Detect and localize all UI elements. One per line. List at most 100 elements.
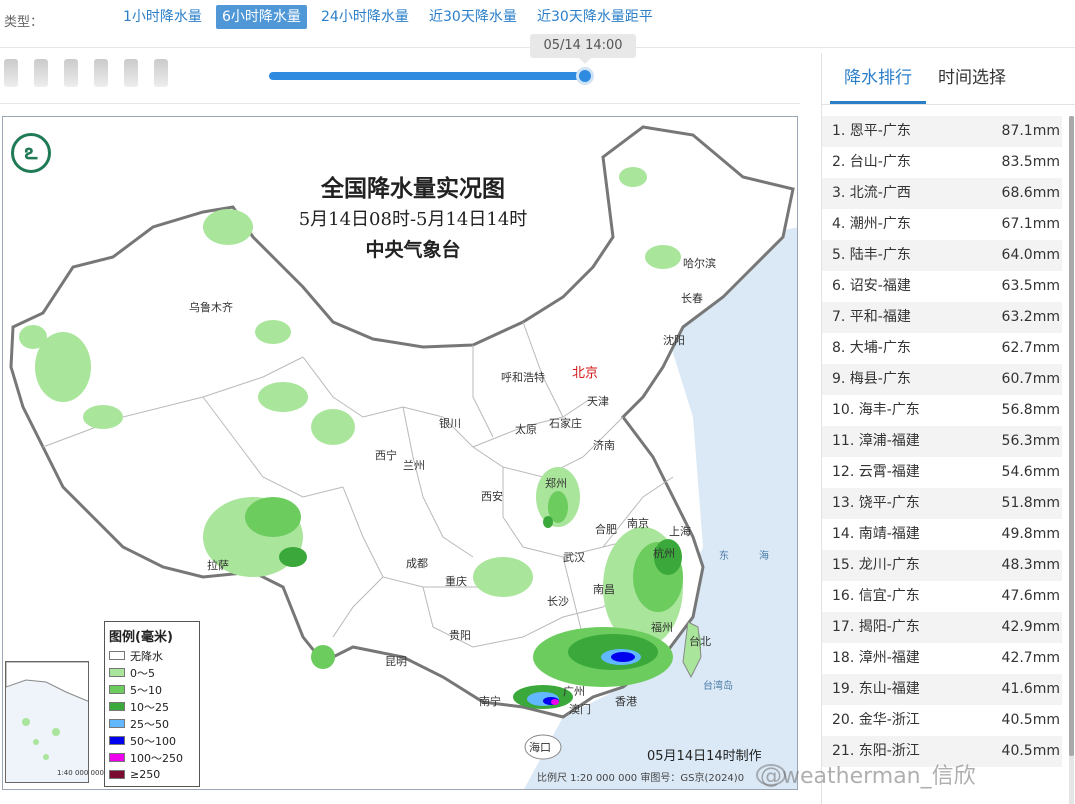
city-label: 昆明: [385, 655, 407, 668]
precip-value: 83.5mm: [1001, 154, 1060, 170]
city-label: 长春: [681, 292, 703, 305]
legend-swatch: [109, 736, 125, 745]
precip-value: 42.7mm: [1001, 650, 1060, 666]
blurred-thumbnails: [4, 58, 184, 88]
station-name: 6. 诏安-福建: [832, 278, 911, 294]
station-name: 9. 梅县-广东: [832, 371, 911, 387]
legend-label: ≥250: [130, 768, 161, 781]
tab-30d-precip[interactable]: 近30天降水量: [423, 5, 523, 29]
precip-value: 67.1mm: [1001, 216, 1060, 232]
scrollbar-thumb[interactable]: [1069, 116, 1074, 756]
ranking-row[interactable]: 15. 龙川-广东 48.3mm: [822, 550, 1062, 581]
ranking-row[interactable]: 17. 揭阳-广东 42.9mm: [822, 612, 1062, 643]
time-slider-handle[interactable]: [576, 67, 594, 85]
ranking-row[interactable]: 5. 陆丰-广东 64.0mm: [822, 240, 1062, 271]
legend-swatch: [109, 668, 125, 677]
panel-tabs: 降水排行 时间选择: [822, 53, 1075, 105]
ranking-row[interactable]: 20. 金华-浙江 40.5mm: [822, 705, 1062, 736]
thumbnail[interactable]: [154, 59, 168, 87]
city-label: 乌鲁木齐: [189, 301, 233, 314]
precip-value: 54.6mm: [1001, 464, 1060, 480]
precip-value: 47.6mm: [1001, 588, 1060, 604]
legend-title: 图例(毫米): [109, 630, 173, 645]
sea-label: 东: [719, 551, 729, 562]
legend-item: 100～250: [105, 749, 199, 766]
ranking-row[interactable]: 8. 大埔-广东 62.7mm: [822, 333, 1062, 364]
station-name: 13. 饶平-广东: [832, 495, 920, 511]
city-label: 广州: [563, 685, 585, 698]
city-label: 太原: [515, 423, 537, 436]
city-label: 济南: [593, 439, 615, 452]
city-label: 杭州: [653, 547, 675, 560]
city-label: 拉萨: [207, 559, 229, 572]
tab-24h-precip[interactable]: 24小时降水量: [315, 5, 415, 29]
ranking-row[interactable]: 6. 诏安-福建 63.5mm: [822, 271, 1062, 302]
ranking-row[interactable]: 11. 漳浦-福建 56.3mm: [822, 426, 1062, 457]
city-label: 郑州: [545, 477, 567, 490]
city-label: 西安: [481, 490, 503, 503]
ranking-row[interactable]: 2. 台山-广东 83.5mm: [822, 147, 1062, 178]
tab-1h-precip[interactable]: 1小时降水量: [117, 5, 208, 29]
city-label: 上海: [669, 525, 691, 538]
city-label: 贵阳: [449, 629, 471, 642]
tab-30d-anomaly[interactable]: 近30天降水量距平: [531, 5, 659, 29]
city-label: 哈尔滨: [683, 257, 716, 270]
legend-item: 50～100: [105, 732, 199, 749]
tab-6h-precip[interactable]: 6小时降水量: [216, 5, 307, 29]
tab-time-select[interactable]: 时间选择: [938, 63, 1006, 88]
south-china-sea-inset: [5, 661, 89, 783]
map-legend: 图例(毫米) 无降水 0～5 5～10 10～25 25～50 50～100 1…: [104, 621, 200, 787]
time-slider[interactable]: [269, 67, 594, 85]
map-subtitle: 5月14日08时-5月14日14时: [298, 209, 528, 230]
station-name: 11. 漳浦-福建: [832, 433, 920, 449]
type-label: 类型：: [4, 15, 44, 30]
inset-scale: 1:40 000 000: [57, 769, 104, 777]
legend-item: ≥250: [105, 766, 199, 783]
city-label: 南京: [627, 517, 649, 530]
city-label: 西宁: [375, 449, 397, 462]
ranking-row[interactable]: 10. 海丰-广东 56.8mm: [822, 395, 1062, 426]
ranking-row[interactable]: 3. 北流-广西 68.6mm: [822, 178, 1062, 209]
station-name: 1. 恩平-广东: [832, 123, 911, 139]
thumbnail[interactable]: [94, 59, 108, 87]
ranking-row[interactable]: 1. 恩平-广东 87.1mm: [822, 116, 1062, 147]
thumbnail[interactable]: [4, 59, 18, 87]
thumbnail[interactable]: [34, 59, 48, 87]
ranking-row[interactable]: 9. 梅县-广东 60.7mm: [822, 364, 1062, 395]
legend-swatch: [109, 770, 125, 779]
legend-item: 5～10: [105, 681, 199, 698]
tab-precip-ranking[interactable]: 降水排行: [844, 63, 912, 88]
station-name: 10. 海丰-广东: [832, 402, 920, 418]
city-label: 台北: [689, 635, 711, 648]
ranking-row[interactable]: 18. 漳州-福建 42.7mm: [822, 643, 1062, 674]
city-label: 长沙: [547, 595, 569, 608]
precip-value: 62.7mm: [1001, 340, 1060, 356]
legend-item: 25～50: [105, 715, 199, 732]
precip-value: 60.7mm: [1001, 371, 1060, 387]
city-label: 呼和浩特: [501, 371, 545, 384]
precip-value: 41.6mm: [1001, 681, 1060, 697]
city-label: 南宁: [479, 695, 501, 708]
map-scale-line: 比例尺 1:20 000 000 审图号：GS京(2024)0: [537, 773, 745, 784]
thumbnail[interactable]: [124, 59, 138, 87]
legend-label: 100～250: [130, 751, 183, 765]
ranking-row[interactable]: 12. 云霄-福建 54.6mm: [822, 457, 1062, 488]
station-name: 18. 漳州-福建: [832, 650, 920, 666]
ranking-row[interactable]: 13. 饶平-广东 51.8mm: [822, 488, 1062, 519]
thumbnail[interactable]: [64, 59, 78, 87]
ranking-row[interactable]: 7. 平和-福建 63.2mm: [822, 302, 1062, 333]
ranking-row[interactable]: 16. 信宜-广东 47.6mm: [822, 581, 1062, 612]
legend-label: 50～100: [130, 734, 176, 748]
legend-item: 10～25: [105, 698, 199, 715]
station-name: 2. 台山-广东: [832, 154, 911, 170]
city-label: 合肥: [595, 523, 617, 536]
precip-value: 42.9mm: [1001, 619, 1060, 635]
ranking-row[interactable]: 4. 潮州-广东 67.1mm: [822, 209, 1062, 240]
city-label: 武汉: [563, 551, 585, 564]
sea-label: 台湾岛: [703, 681, 733, 692]
ranking-row[interactable]: 19. 东山-福建 41.6mm: [822, 674, 1062, 705]
map-made-time: 05月14日14时制作: [647, 749, 762, 764]
ranking-row[interactable]: 14. 南靖-福建 49.8mm: [822, 519, 1062, 550]
precip-map[interactable]: ఽ 全国降水量实况图 5月14日08时-5月14日14时 中央气象台 乌鲁木齐 …: [2, 116, 798, 790]
ranking-scrollbar[interactable]: [1069, 116, 1074, 804]
